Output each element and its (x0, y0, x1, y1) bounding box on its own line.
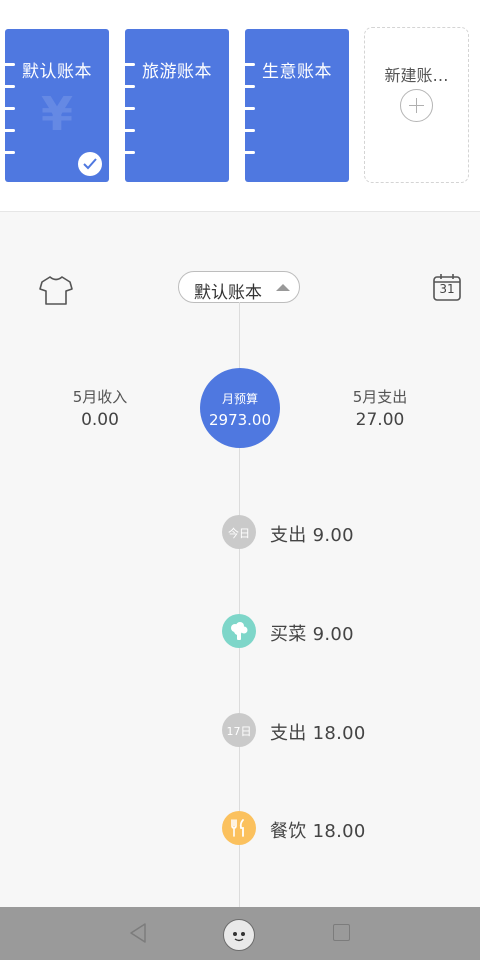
income-value: 0.00 (81, 410, 119, 430)
binder-ring (125, 85, 135, 88)
date-badge: 今日 (222, 515, 256, 549)
timeline-date-row: 17日 支出 18.00 (0, 710, 480, 750)
timeline-entry-row[interactable]: 餐饮 18.00 (0, 808, 480, 848)
date-badge-text: 17日 (226, 725, 252, 738)
binder-ring (245, 107, 255, 110)
date-badge: 17日 (222, 713, 256, 747)
vegetable-icon (222, 614, 256, 648)
yen-icon: ¥ (40, 87, 73, 141)
selected-book-label: 默认账本 (194, 283, 262, 303)
book-card-travel[interactable]: 旅游账本 (125, 29, 229, 182)
book-card-business[interactable]: 生意账本 (245, 29, 349, 182)
book-card-default[interactable]: 默认账本 ¥ (5, 29, 109, 182)
binder-ring (125, 107, 135, 110)
income-label: 5月收入 (72, 388, 128, 406)
timeline-date-row: 今日 支出 9.00 (0, 512, 480, 552)
shirt-icon[interactable] (38, 274, 74, 310)
account-book-strip: 默认账本 ¥ 旅游账本 生意账本 新建账… (0, 0, 480, 212)
book-title: 生意账本 (262, 62, 332, 82)
entry-text: 餐饮 18.00 (270, 821, 366, 842)
expense-label: 5月支出 (352, 388, 408, 406)
new-book-button[interactable]: 新建账… (364, 27, 469, 183)
recent-apps-icon[interactable] (333, 924, 350, 941)
income-summary: 5月收入 0.00 (40, 386, 160, 430)
caret-up-icon (276, 284, 290, 291)
timeline-entry-row[interactable]: 买菜 9.00 (0, 611, 480, 651)
new-book-label: 新建账… (384, 66, 449, 85)
check-icon (78, 152, 102, 176)
home-smiley-icon[interactable] (223, 919, 255, 951)
plus-icon (400, 89, 433, 122)
expense-summary: 5月支出 27.00 (320, 386, 440, 430)
book-selector-dropdown[interactable]: 默认账本 (178, 271, 300, 303)
day-total: 支出 18.00 (270, 723, 366, 744)
fork-knife-icon (222, 811, 256, 845)
system-nav-bar (0, 907, 480, 960)
calendar-icon[interactable]: 31 (432, 272, 462, 306)
book-title: 旅游账本 (142, 62, 212, 82)
binder-ring (125, 129, 135, 132)
binder-ring (5, 151, 15, 154)
date-badge-text: 今日 (228, 527, 250, 540)
calendar-day: 31 (439, 282, 455, 296)
budget-label: 月预算 (221, 392, 258, 406)
expense-value: 27.00 (355, 410, 405, 430)
binder-ring (245, 151, 255, 154)
back-icon[interactable] (128, 922, 148, 948)
budget-value: 2973.00 (208, 411, 272, 429)
day-total: 支出 9.00 (270, 525, 354, 546)
binder-ring (245, 129, 255, 132)
book-title: 默认账本 (22, 62, 92, 82)
budget-circle[interactable]: 月预算 2973.00 (200, 368, 280, 448)
binder-ring (125, 151, 135, 154)
binder-ring (245, 85, 255, 88)
entry-text: 买菜 9.00 (270, 624, 354, 645)
